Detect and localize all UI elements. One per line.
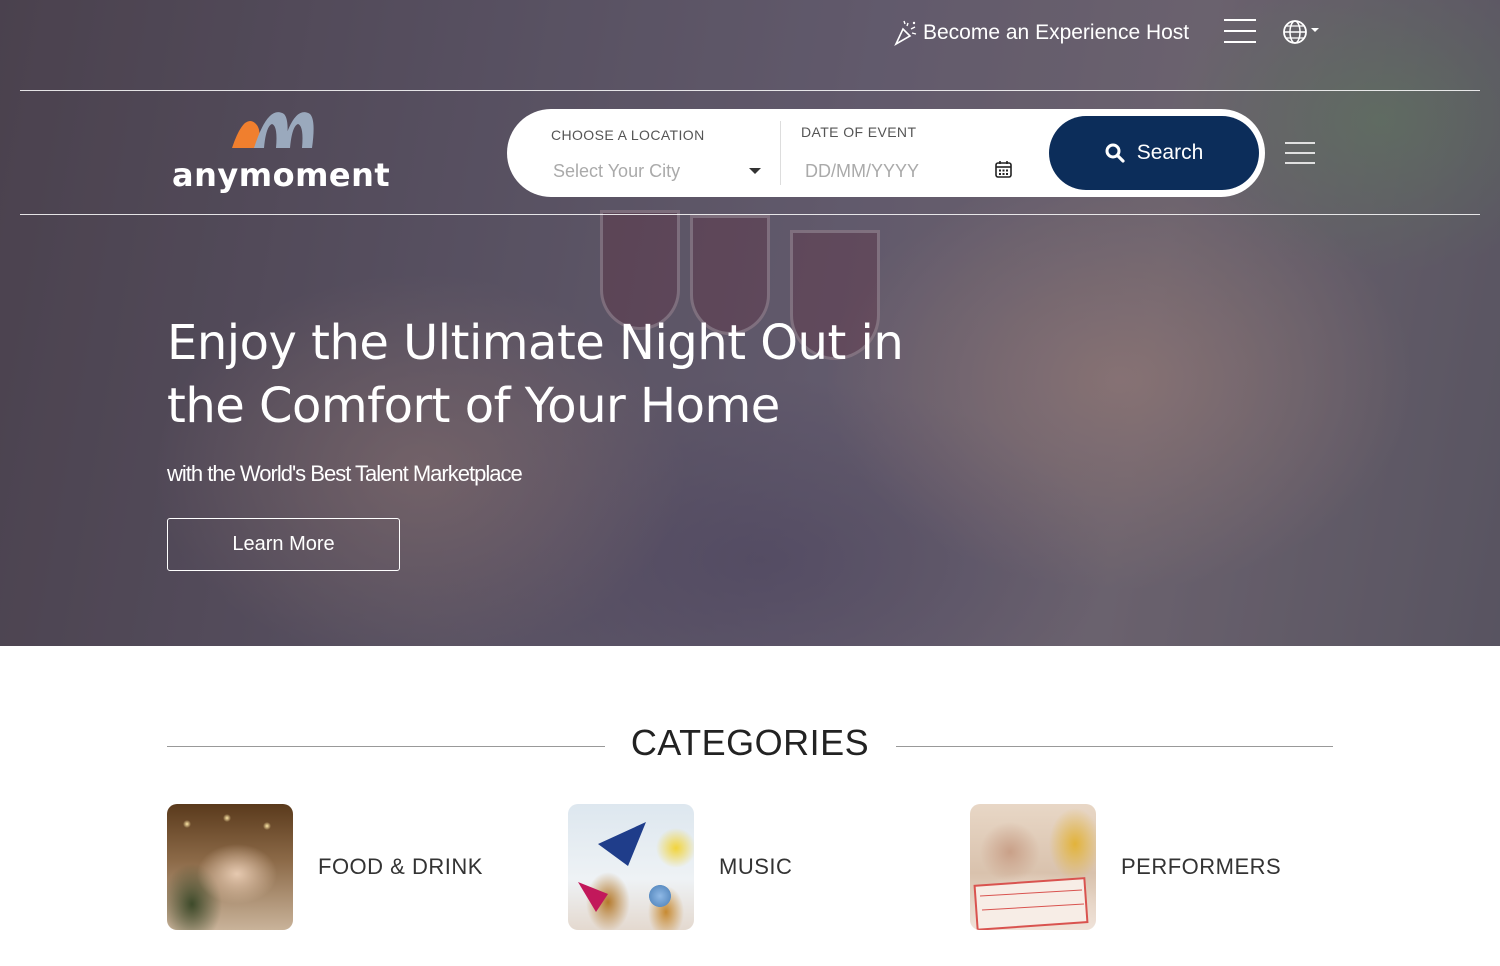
hero-banner: Become an Experience Host anymoment CHOO…: [0, 0, 1500, 646]
search-bar: CHOOSE A LOCATION Select Your City DATE …: [507, 109, 1265, 197]
header-top-divider: [20, 90, 1480, 91]
language-selector[interactable]: [1281, 17, 1325, 47]
music-thumbnail: [568, 804, 694, 930]
category-food-drink[interactable]: FOOD & DRINK: [167, 804, 483, 930]
become-host-link[interactable]: Become an Experience Host: [893, 20, 1189, 46]
categories-title: CATEGORIES: [630, 722, 870, 763]
date-placeholder: DD/MM/YYYY: [805, 161, 920, 181]
logo-mark-icon: [232, 112, 314, 148]
hamburger-menu-icon[interactable]: [1224, 19, 1256, 43]
brand-logo[interactable]: anymoment: [170, 104, 390, 196]
category-music[interactable]: MUSIC: [568, 804, 792, 930]
party-hat-icon: [578, 822, 646, 912]
hero-title-line1: Enjoy the Ultimate Night Out in: [167, 315, 904, 371]
category-label: PERFORMERS: [1121, 854, 1282, 879]
category-performers[interactable]: PERFORMERS: [970, 804, 1281, 930]
board-game-icon: [973, 877, 1089, 930]
food-drink-thumbnail: [167, 804, 293, 930]
categories-heading: CATEGORIES: [167, 722, 1333, 766]
search-icon: [1105, 143, 1125, 163]
search-button[interactable]: Search: [1049, 116, 1259, 190]
header-bottom-divider: [20, 214, 1480, 215]
become-host-label: Become an Experience Host: [923, 21, 1190, 44]
secondary-menu-icon[interactable]: [1285, 142, 1315, 164]
heading-line-right: [896, 746, 1333, 747]
calendar-icon[interactable]: [995, 160, 1012, 178]
category-label: MUSIC: [719, 854, 793, 879]
performers-thumbnail: [970, 804, 1096, 930]
globe-icon: [1283, 20, 1319, 44]
search-button-label: Search: [1136, 141, 1204, 164]
caret-down-icon[interactable]: [749, 168, 761, 174]
party-popper-icon: [893, 20, 919, 46]
location-placeholder: Select Your City: [553, 161, 681, 181]
hero-title: Enjoy the Ultimate Night Out in the Comf…: [167, 312, 927, 438]
hero-title-line2: the Comfort of Your Home: [167, 378, 780, 434]
date-label: DATE OF EVENT: [801, 124, 917, 140]
learn-more-button[interactable]: Learn More: [167, 518, 400, 571]
top-bar: Become an Experience Host: [0, 0, 1500, 70]
location-label: CHOOSE A LOCATION: [551, 127, 705, 143]
category-label: FOOD & DRINK: [318, 854, 483, 879]
search-divider: [780, 121, 781, 185]
brand-name: anymoment: [172, 156, 391, 194]
hero-subtitle: with the World's Best Talent Marketplace: [167, 461, 523, 486]
